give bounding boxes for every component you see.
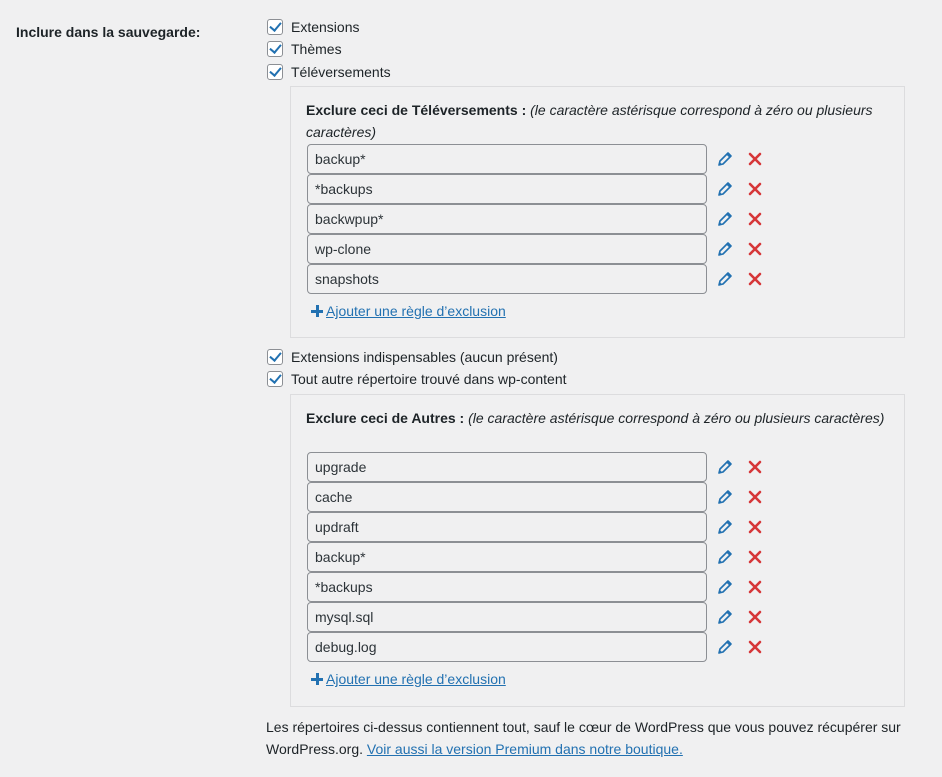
add-exclusion-link[interactable]: Ajouter une règle d’exclusion bbox=[310, 303, 506, 319]
panel-heading: Exclure ceci de Téléversements : (le car… bbox=[306, 99, 896, 143]
checkbox-box[interactable] bbox=[267, 19, 283, 35]
exclude-rule-input[interactable]: *backups bbox=[307, 174, 707, 204]
checkmark-icon bbox=[269, 19, 282, 32]
panel-heading: Exclure ceci de Autres : (le caractère a… bbox=[306, 407, 896, 429]
pencil-icon[interactable] bbox=[717, 489, 733, 505]
panel-title: Exclure ceci de Autres : bbox=[306, 410, 465, 426]
checkbox-uploads[interactable]: Téléversements bbox=[267, 62, 391, 82]
cross-icon[interactable] bbox=[748, 640, 762, 654]
cross-icon[interactable] bbox=[748, 520, 762, 534]
add-exclusion-label[interactable]: Ajouter une règle d’exclusion bbox=[326, 303, 506, 319]
checkmark-icon bbox=[269, 41, 282, 54]
plus-icon bbox=[310, 672, 324, 686]
cross-icon[interactable] bbox=[748, 610, 762, 624]
cross-icon[interactable] bbox=[748, 272, 762, 286]
checkbox-label: Téléversements bbox=[291, 64, 391, 80]
pencil-icon[interactable] bbox=[717, 271, 733, 287]
checkbox-others[interactable]: Tout autre répertoire trouvé dans wp-con… bbox=[267, 369, 567, 389]
panel-title: Exclure ceci de Téléversements : bbox=[306, 102, 527, 118]
checkbox-box[interactable] bbox=[267, 64, 283, 80]
exclude-rule-input[interactable]: *backups bbox=[307, 572, 707, 602]
checkbox-label: Tout autre répertoire trouvé dans wp-con… bbox=[291, 371, 567, 387]
exclude-rule-input[interactable]: snapshots bbox=[307, 264, 707, 294]
checkbox-box[interactable] bbox=[267, 371, 283, 387]
add-exclusion-link[interactable]: Ajouter une règle d’exclusion bbox=[310, 671, 506, 687]
pencil-icon[interactable] bbox=[717, 519, 733, 535]
cross-icon[interactable] bbox=[748, 550, 762, 564]
cross-icon[interactable] bbox=[748, 242, 762, 256]
plus-icon bbox=[310, 304, 324, 318]
pencil-icon[interactable] bbox=[717, 211, 733, 227]
cross-icon[interactable] bbox=[748, 460, 762, 474]
exclude-rule-input[interactable]: wp-clone bbox=[307, 234, 707, 264]
pencil-icon[interactable] bbox=[717, 151, 733, 167]
panel-hint: (le caractère astérisque correspond à zé… bbox=[468, 410, 885, 426]
exclude-rule-input[interactable]: cache bbox=[307, 482, 707, 512]
cross-icon[interactable] bbox=[748, 212, 762, 226]
add-exclusion-label[interactable]: Ajouter une règle d’exclusion bbox=[326, 671, 506, 687]
uploads-exclude-panel: Exclure ceci de Téléversements : (le car… bbox=[290, 86, 905, 338]
checkmark-icon bbox=[269, 371, 282, 384]
checkbox-label: Thèmes bbox=[291, 41, 342, 57]
footer-note: Les répertoires ci-dessus contiennent to… bbox=[266, 716, 926, 760]
exclude-rule-input[interactable]: upgrade bbox=[307, 452, 707, 482]
checkbox-label: Extensions bbox=[291, 19, 360, 35]
exclude-rule-input[interactable]: backup* bbox=[307, 144, 707, 174]
pencil-icon[interactable] bbox=[717, 579, 733, 595]
pencil-icon[interactable] bbox=[717, 609, 733, 625]
cross-icon[interactable] bbox=[748, 182, 762, 196]
cross-icon[interactable] bbox=[748, 152, 762, 166]
checkbox-themes[interactable]: Thèmes bbox=[267, 39, 342, 59]
checkbox-mu-plugins[interactable]: Extensions indispensables (aucun présent… bbox=[267, 347, 558, 367]
checkmark-icon bbox=[269, 349, 282, 362]
exclude-rule-input[interactable]: updraft bbox=[307, 512, 707, 542]
premium-link[interactable]: Voir aussi la version Premium dans notre… bbox=[367, 741, 683, 757]
pencil-icon[interactable] bbox=[717, 639, 733, 655]
pencil-icon[interactable] bbox=[717, 549, 733, 565]
pencil-icon[interactable] bbox=[717, 181, 733, 197]
exclude-rule-input[interactable]: backwpup* bbox=[307, 204, 707, 234]
cross-icon[interactable] bbox=[748, 490, 762, 504]
cross-icon[interactable] bbox=[748, 580, 762, 594]
pencil-icon[interactable] bbox=[717, 241, 733, 257]
exclude-rule-input[interactable]: mysql.sql bbox=[307, 602, 707, 632]
checkbox-box[interactable] bbox=[267, 349, 283, 365]
checkmark-icon bbox=[269, 64, 282, 77]
exclude-rule-input[interactable]: backup* bbox=[307, 542, 707, 572]
checkbox-label: Extensions indispensables (aucun présent… bbox=[291, 349, 558, 365]
pencil-icon[interactable] bbox=[717, 459, 733, 475]
checkbox-box[interactable] bbox=[267, 41, 283, 57]
row-label: Inclure dans la sauvegarde: bbox=[16, 24, 201, 40]
exclude-rule-input[interactable]: debug.log bbox=[307, 632, 707, 662]
checkbox-plugins[interactable]: Extensions bbox=[267, 17, 359, 37]
others-exclude-panel: Exclure ceci de Autres : (le caractère a… bbox=[290, 394, 905, 707]
